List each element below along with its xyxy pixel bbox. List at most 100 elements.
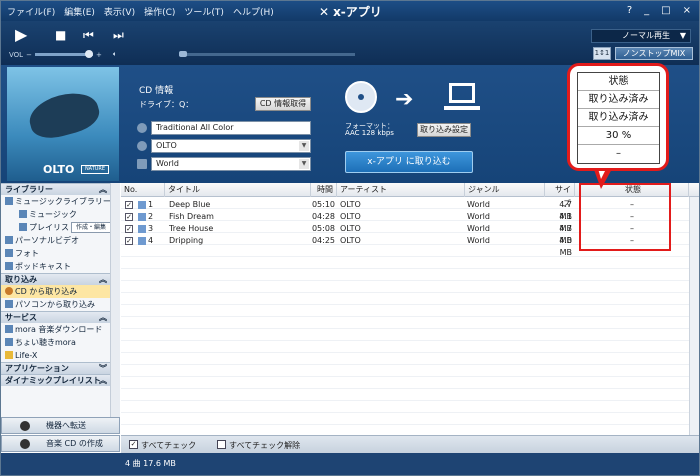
- nonstop-mix-button[interactable]: ノンストップMIX: [615, 47, 693, 60]
- check-all-checkbox[interactable]: ✓: [129, 440, 138, 449]
- menu-control[interactable]: 操作(C): [144, 5, 175, 18]
- status-text: 4 曲 17.6 MB: [125, 459, 176, 468]
- row-gridline: [121, 413, 699, 425]
- sidebar-item-personal-video[interactable]: パーソナルビデオ: [1, 234, 119, 247]
- album-icon: [137, 123, 147, 133]
- track-checkbox[interactable]: ✓: [125, 213, 133, 221]
- volume-slider[interactable]: [34, 50, 93, 58]
- import-cd-button[interactable]: x-アプリ に取り込む: [345, 151, 473, 173]
- status-callout: 状態 取り込み済み 取り込み済み 30 % –: [567, 63, 669, 171]
- play-mode-value: ノーマル再生: [622, 31, 670, 40]
- sidebar-item-playlist[interactable]: プレイリスト 作成・編集: [1, 221, 119, 234]
- play-mode-select[interactable]: ノーマル再生 ▼: [591, 29, 691, 43]
- import-settings-button[interactable]: 取り込み設定: [417, 123, 471, 137]
- chevron-down-icon[interactable]: ▼: [299, 141, 309, 151]
- shuffle-button[interactable]: 1↕1: [593, 47, 611, 60]
- row-gridline: [121, 269, 699, 281]
- track-checkbox[interactable]: ✓: [125, 225, 133, 233]
- uncheck-all-checkbox[interactable]: [217, 440, 226, 449]
- section-dynamic-playlist[interactable]: ダイナミックプレイリスト ︽: [1, 374, 119, 386]
- edit-playlist-button[interactable]: 作成・編集: [71, 222, 111, 233]
- sidebar-item-mora[interactable]: mora 音楽ダウンロード: [1, 323, 119, 336]
- menu-edit[interactable]: 編集(E): [64, 5, 95, 18]
- chevron-up-icon[interactable]: ︽: [99, 312, 107, 323]
- next-button[interactable]: ⏭: [113, 28, 124, 43]
- volume-down-button[interactable]: −: [26, 51, 32, 59]
- cell-no: 2: [148, 212, 154, 221]
- callout-line: 状態: [578, 73, 659, 91]
- music-note-icon: [138, 237, 146, 245]
- sidebar-item-photo[interactable]: フォト: [1, 247, 119, 260]
- maximize-button[interactable]: □: [661, 5, 670, 16]
- player-bar: ▶ ■ ⏮ ⏭ VOL − + 🔈︎ ノーマル再生 ▼ 1↕1 ノンストップMI…: [1, 21, 699, 65]
- get-cd-info-button[interactable]: CD 情報取得: [255, 97, 311, 111]
- stop-button[interactable]: ■: [55, 28, 66, 42]
- column-time[interactable]: 時間: [311, 183, 337, 197]
- sidebar-item-cd-import[interactable]: CD から取り込み: [1, 285, 119, 298]
- sidebar-item-mora-preview[interactable]: ちょい聴きmora: [1, 336, 119, 349]
- cell-time: 05:08: [311, 224, 335, 233]
- menu-file[interactable]: ファイル(F): [7, 5, 55, 18]
- chevron-down-icon[interactable]: ▼: [299, 159, 309, 169]
- row-gridline: [121, 353, 699, 365]
- chevron-up-icon[interactable]: ︽: [99, 184, 107, 195]
- track-checkbox[interactable]: ✓: [125, 237, 133, 245]
- cell-title: Deep Blue: [169, 200, 211, 209]
- create-cd-button[interactable]: 音楽 CD の作成: [1, 435, 120, 452]
- callout-line: 30 %: [578, 127, 659, 145]
- artist-field[interactable]: OLTO ▼: [151, 139, 311, 153]
- chevron-up-icon[interactable]: ︽: [99, 274, 107, 285]
- menu-tools[interactable]: ツール(T): [184, 5, 224, 18]
- play-button[interactable]: ▶: [15, 25, 27, 44]
- close-button[interactable]: ×: [683, 5, 691, 16]
- sidebar-item-music[interactable]: ミュージック: [1, 208, 119, 221]
- app-window: ファイル(F) 編集(E) 表示(V) 操作(C) ツール(T) ヘルプ(H) …: [0, 0, 700, 476]
- section-service[interactable]: サービス ︽: [1, 311, 119, 323]
- column-no[interactable]: No.: [121, 183, 165, 197]
- computer-icon: [444, 83, 480, 110]
- cell-no: 3: [148, 224, 154, 233]
- cd-icon: [5, 287, 13, 295]
- section-applications[interactable]: アプリケーション ︾: [1, 362, 119, 374]
- previous-button[interactable]: ⏮: [83, 28, 94, 43]
- row-gridline: [121, 401, 699, 413]
- pc-icon: [5, 300, 13, 308]
- column-genre[interactable]: ジャンル: [465, 183, 545, 197]
- track-checkbox[interactable]: ✓: [125, 201, 133, 209]
- section-library[interactable]: ライブラリー ︽: [1, 183, 119, 195]
- uncheck-all-label[interactable]: すべてチェック解除: [229, 440, 300, 451]
- seek-slider[interactable]: [179, 51, 355, 57]
- cell-genre: World: [467, 236, 490, 245]
- chevron-down-icon[interactable]: ︾: [99, 363, 107, 374]
- check-all-label[interactable]: すべてチェック: [141, 440, 196, 451]
- sidebar-item-label: プレイリスト: [29, 223, 77, 232]
- genre-field[interactable]: World ▼: [151, 157, 311, 171]
- column-title[interactable]: タイトル: [165, 183, 311, 197]
- callout-table: 状態 取り込み済み 取り込み済み 30 % –: [577, 72, 660, 164]
- column-size[interactable]: サイズ: [545, 183, 575, 208]
- help-button[interactable]: ?: [627, 5, 632, 16]
- speaker-icon[interactable]: 🔈︎: [113, 50, 117, 59]
- artist-icon: [137, 141, 147, 151]
- sidebar-item-podcast[interactable]: ポッドキャスト: [1, 260, 119, 273]
- menu-help[interactable]: ヘルプ(H): [233, 5, 274, 18]
- album-field[interactable]: Traditional All Color: [151, 121, 311, 135]
- sidebar-item-lifex[interactable]: Life-X: [1, 349, 119, 362]
- playlist-icon: [19, 223, 27, 231]
- minimize-button[interactable]: _: [644, 5, 649, 16]
- sidebar-item-pc-import[interactable]: パソコンから取り込み: [1, 298, 119, 311]
- status-column-highlight: [579, 183, 671, 251]
- photo-icon: [5, 249, 13, 257]
- chevron-up-icon[interactable]: ︽: [99, 375, 107, 386]
- sidebar-scrollbar[interactable]: [110, 183, 120, 417]
- track-list-scrollbar[interactable]: [689, 197, 699, 435]
- section-import[interactable]: 取り込み ︽: [1, 273, 119, 285]
- create-cd-label: 音楽 CD の作成: [46, 439, 103, 448]
- sidebar-item-music-library[interactable]: ミュージックライブラリー: [1, 195, 119, 208]
- transfer-to-device-button[interactable]: 機器へ転送: [1, 417, 120, 434]
- menu-view[interactable]: 表示(V): [104, 5, 135, 18]
- column-artist[interactable]: アーティスト: [337, 183, 465, 197]
- cell-artist: OLTO: [340, 236, 361, 245]
- cell-artist: OLTO: [340, 200, 361, 209]
- volume-up-button[interactable]: +: [96, 51, 102, 59]
